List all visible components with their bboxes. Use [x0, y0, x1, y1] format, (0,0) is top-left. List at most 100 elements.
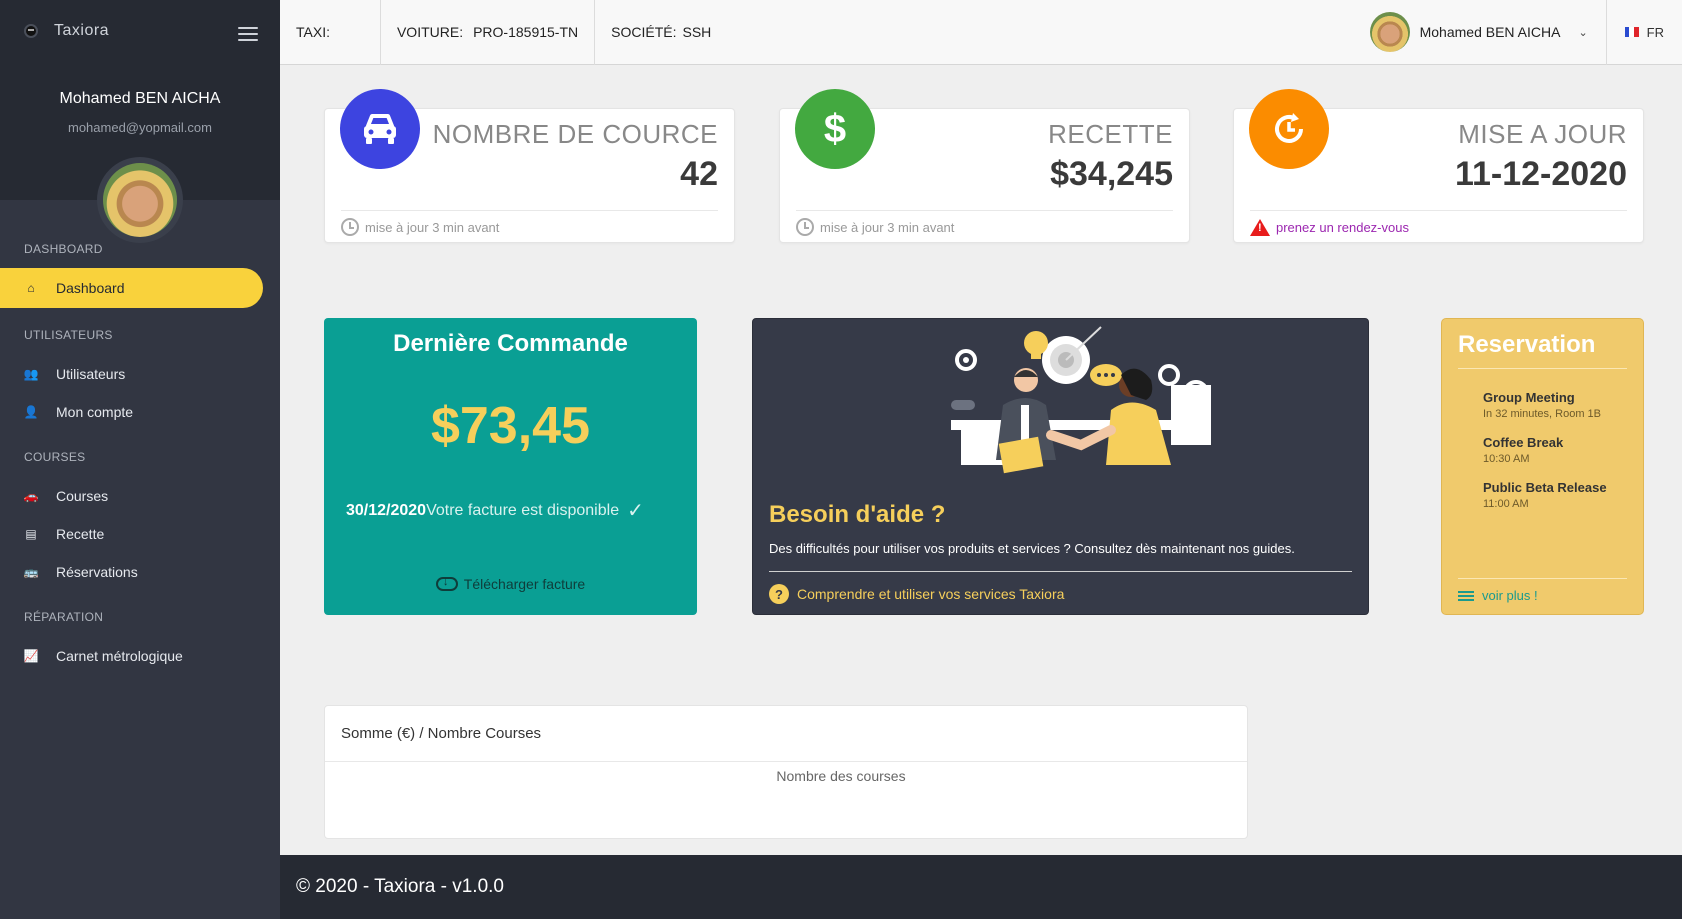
sidebar-item-reservations[interactable]: 🚌 Réservations — [0, 552, 280, 592]
divider — [1458, 578, 1627, 579]
voiture-info: VOITURE: PRO-185915-TN — [381, 0, 596, 65]
see-more-link[interactable]: voir plus ! — [1458, 588, 1538, 603]
refresh-clock-icon — [1249, 89, 1329, 169]
list-item[interactable]: Group Meeting In 32 minutes, Room 1B — [1483, 389, 1628, 422]
societe-value: SSH — [682, 24, 712, 40]
home-icon: ⌂ — [27, 281, 35, 295]
cloud-download-icon — [435, 574, 458, 591]
stat-label: NOMBRE DE COURCE — [432, 119, 718, 149]
sidebar-item-label: Courses — [56, 488, 109, 504]
sidebar-item-label: Recette — [56, 526, 105, 542]
reservation-card: Reservation Group Meeting In 32 minutes,… — [1441, 318, 1644, 615]
user-menu[interactable]: Mohamed BEN AICHA ⌄ — [1352, 0, 1607, 65]
stat-footer-text: mise à jour 3 min avant — [820, 219, 955, 235]
car-icon — [340, 89, 420, 169]
event-title: Coffee Break — [1483, 435, 1564, 450]
language-selector[interactable]: FR — [1607, 25, 1682, 40]
brand-name: Taxiora — [54, 22, 110, 39]
sidebar-nav: DASHBOARD ⌂ Dashboard UTILISATEURS 👥 Uti… — [0, 242, 280, 676]
stat-value: 42 — [680, 155, 718, 193]
event-time: In 32 minutes, Room 1B — [1483, 408, 1602, 420]
help-card: Besoin d'aide ? Des difficultés pour uti… — [752, 318, 1369, 615]
see-more-label: voir plus ! — [1482, 588, 1538, 603]
help-guide-link[interactable]: ? Comprendre et utiliser vos services Ta… — [769, 584, 1064, 604]
stat-footer-text: mise à jour 3 min avant — [365, 219, 500, 235]
divider — [769, 571, 1352, 572]
question-icon: ? — [769, 584, 789, 604]
car-icon: 🚗 — [23, 489, 39, 503]
voiture-value: PRO-185915-TN — [473, 24, 579, 40]
download-invoice-button[interactable]: Télécharger facture — [324, 574, 697, 592]
sidebar-item-label: Réservations — [56, 564, 138, 580]
language-label: FR — [1646, 24, 1664, 40]
help-illustration — [951, 326, 1211, 474]
clock-icon — [796, 218, 814, 236]
stat-card-courses: NOMBRE DE COURCE 42 mise à jour 3 min av… — [324, 89, 735, 243]
chart-board-icon: 📈 — [23, 649, 39, 663]
societe-label: SOCIÉTÉ: — [611, 24, 677, 40]
event-title: Group Meeting — [1483, 390, 1575, 405]
sidebar-item-utilisateurs[interactable]: 👥 Utilisateurs — [0, 354, 280, 394]
invoice-status: 30/12/2020 Votre facture est disponible … — [346, 498, 644, 523]
stat-label: MISE A JOUR — [1458, 119, 1627, 149]
divider — [796, 210, 1173, 211]
list-item[interactable]: Public Beta Release 11:00 AM — [1483, 479, 1628, 512]
sidebar-user-name: Mohamed BEN AICHA — [59, 90, 221, 107]
taxi-label: TAXI: — [296, 24, 330, 40]
stat-value: $34,245 — [1050, 155, 1173, 193]
nav-section-reparation: RÉPARATION — [24, 610, 104, 624]
sidebar: Taxiora Mohamed BEN AICHA mohamed@yopmai… — [0, 0, 280, 919]
stat-card-mise-a-jour: MISE A JOUR 11-12-2020 prenez un rendez-… — [1233, 89, 1644, 243]
stat-footer[interactable]: prenez un rendez-vous — [1250, 219, 1409, 236]
user-icon: 👤 — [23, 405, 39, 419]
reservation-title: Reservation — [1458, 331, 1596, 358]
sidebar-item-dashboard[interactable]: ⌂ Dashboard — [0, 268, 263, 308]
ledger-icon: ▤ — [25, 527, 37, 541]
avatar — [1369, 12, 1410, 52]
users-icon: 👥 — [23, 367, 39, 381]
topbar: TAXI: VOITURE: PRO-185915-TN SOCIÉTÉ: SS… — [280, 0, 1682, 65]
list-item[interactable]: Coffee Break 10:30 AM — [1483, 434, 1628, 467]
stat-footer: mise à jour 3 min avant — [796, 218, 954, 236]
chart-title: Somme (€) / Nombre Courses — [341, 725, 542, 742]
chart-legend[interactable]: Nombre des courses — [325, 768, 1247, 784]
help-description: Des difficultés pour utiliser vos produi… — [769, 541, 1295, 556]
taxi-info: TAXI: — [280, 0, 381, 65]
sidebar-item-label: Dashboard — [56, 280, 125, 296]
sidebar-item-courses[interactable]: 🚗 Courses — [0, 476, 280, 516]
chart-card: Somme (€) / Nombre Courses Nombre des co… — [324, 705, 1248, 839]
download-invoice-label: Télécharger facture — [463, 576, 586, 592]
last-order-card: Dernière Commande $73,45 30/12/2020 Votr… — [324, 318, 697, 615]
appointment-link[interactable]: prenez un rendez-vous — [1276, 220, 1409, 235]
nav-section-courses: COURSES — [24, 450, 86, 464]
brand[interactable]: Taxiora — [24, 22, 109, 40]
event-title: Public Beta Release — [1483, 480, 1607, 495]
help-title: Besoin d'aide ? — [769, 501, 946, 528]
invoice-message: Votre facture est disponible — [426, 501, 620, 519]
sidebar-item-label: Utilisateurs — [56, 366, 126, 382]
societe-info: SOCIÉTÉ: SSH — [595, 0, 727, 65]
list-icon — [1458, 590, 1474, 601]
clock-icon — [341, 218, 359, 236]
topbar-user-name: Mohamed BEN AICHA — [1419, 24, 1561, 40]
last-order-amount: $73,45 — [430, 397, 591, 455]
stat-card-recette: $ RECETTE $34,245 mise à jour 3 min avan… — [779, 89, 1190, 243]
sidebar-item-carnet-metrologique[interactable]: 📈 Carnet métrologique — [0, 636, 280, 676]
sidebar-item-mon-compte[interactable]: 👤 Mon compte — [0, 392, 280, 432]
stat-value: 11-12-2020 — [1454, 155, 1627, 193]
stat-footer: mise à jour 3 min avant — [341, 218, 499, 236]
nav-section-utilisateurs: UTILISATEURS — [24, 328, 113, 342]
reservation-list: Group Meeting In 32 minutes, Room 1B Cof… — [1483, 389, 1628, 524]
avatar[interactable] — [97, 157, 183, 243]
divider — [1250, 210, 1627, 211]
divider — [325, 761, 1247, 762]
nav-section-dashboard: DASHBOARD — [24, 242, 103, 256]
dollar-icon: $ — [795, 89, 875, 169]
event-time: 11:00 AM — [1483, 498, 1529, 510]
sidebar-item-recette[interactable]: ▤ Recette — [0, 514, 280, 554]
warning-icon — [1250, 219, 1270, 236]
stat-label: RECETTE — [1048, 119, 1173, 149]
footer: © 2020 - Taxiora - v1.0.0 — [280, 855, 1682, 919]
menu-toggle-icon[interactable] — [238, 27, 258, 41]
voiture-label: VOITURE: — [396, 24, 464, 40]
